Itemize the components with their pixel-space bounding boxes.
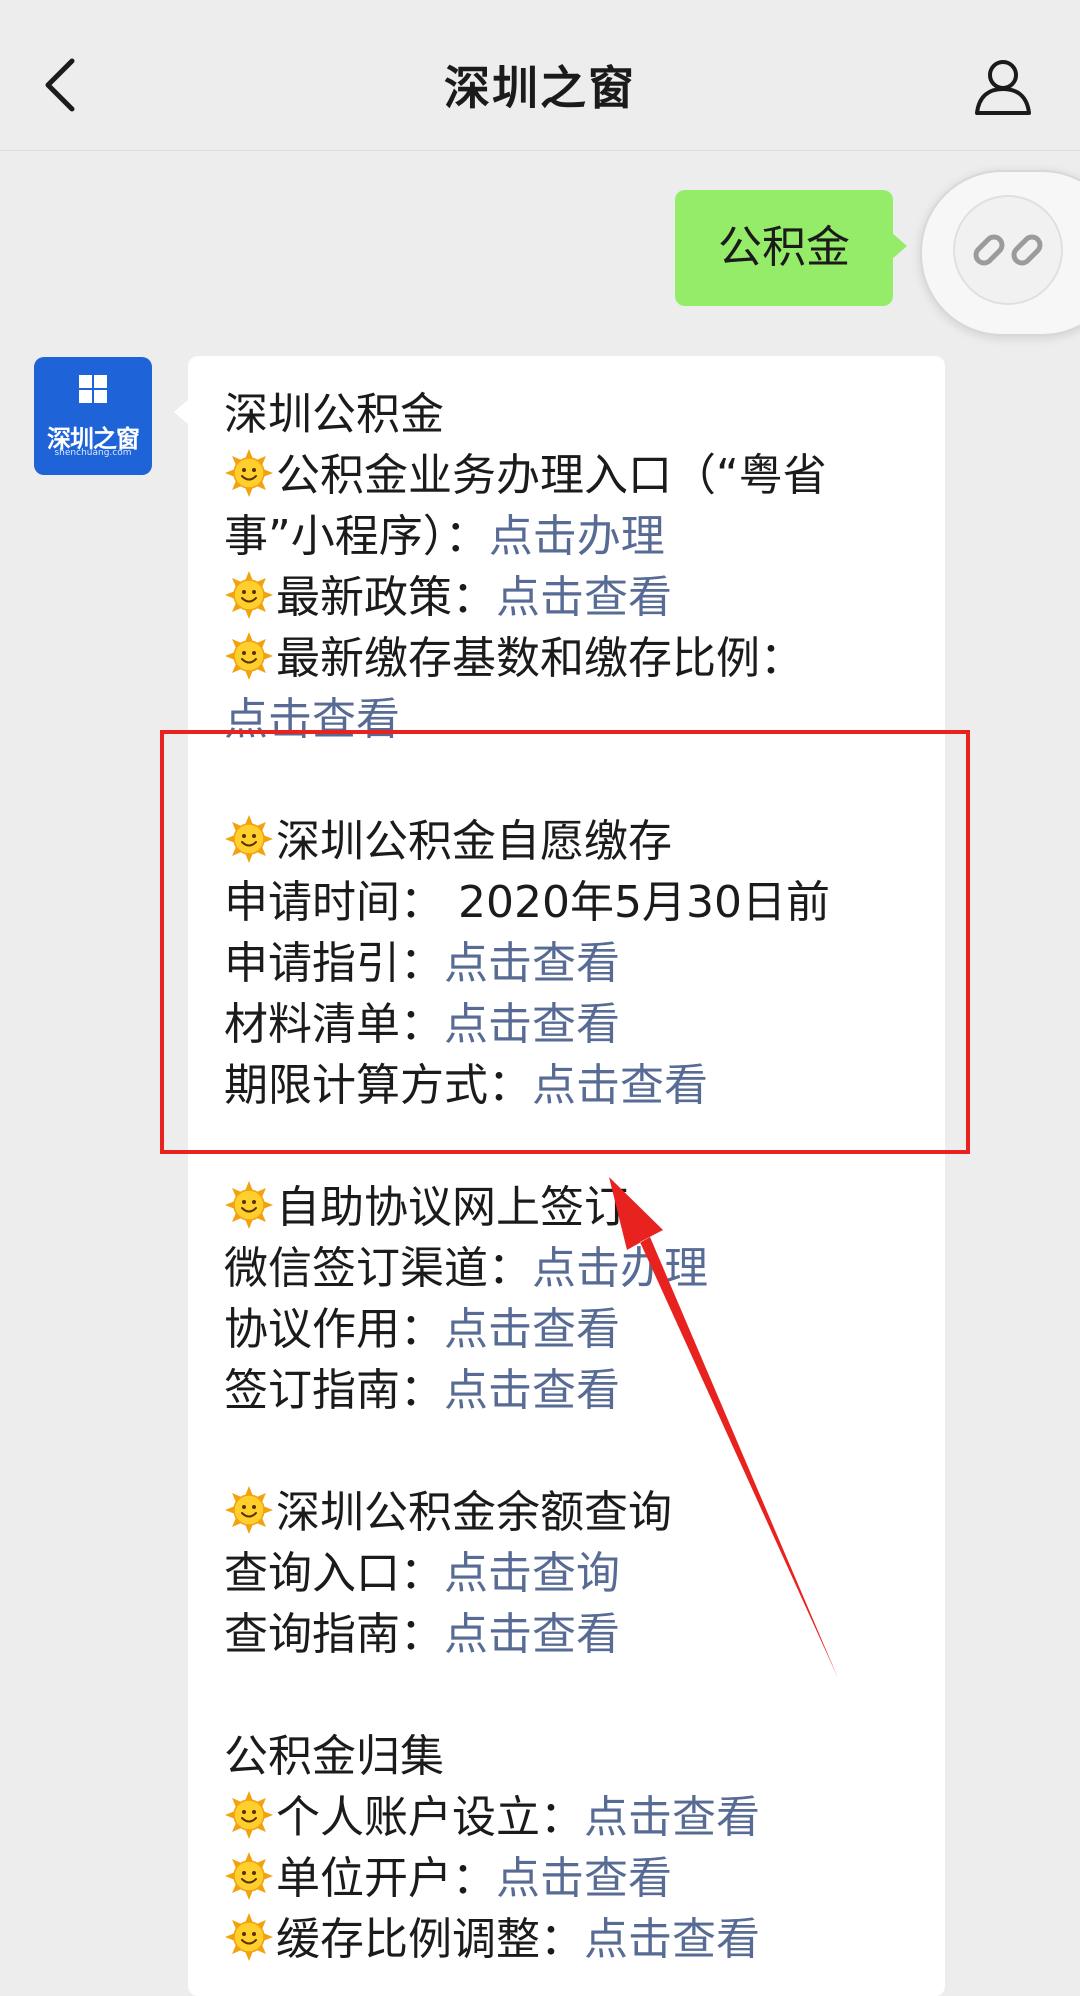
red-arrow-icon <box>609 1177 838 1678</box>
